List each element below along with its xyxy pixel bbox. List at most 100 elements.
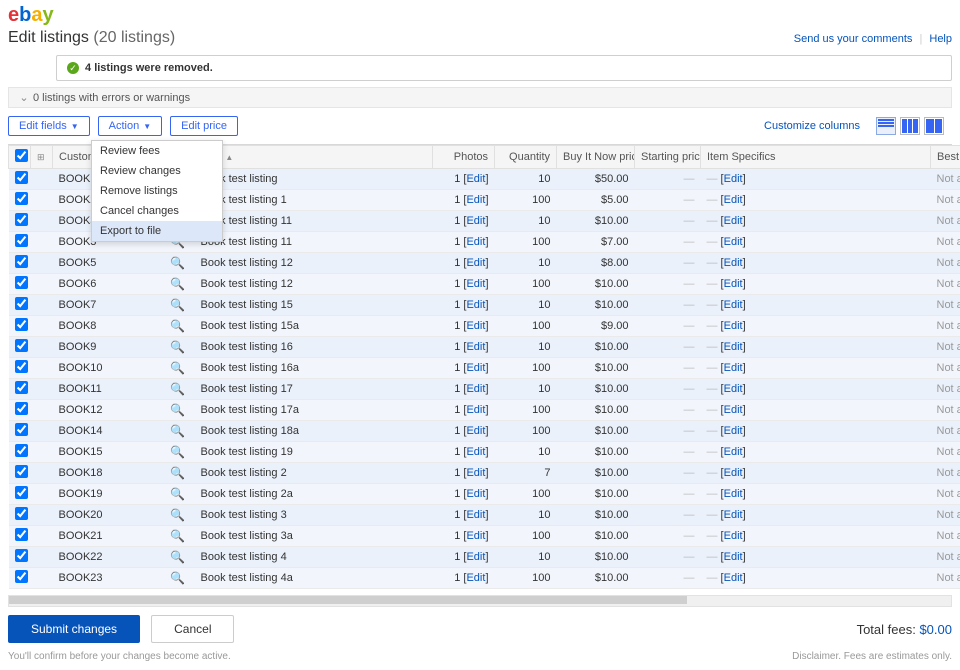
- col-starting-price[interactable]: Starting price: [635, 146, 701, 169]
- edit-photos-link[interactable]: Edit: [466, 194, 485, 206]
- edit-photos-link[interactable]: Edit: [466, 572, 485, 584]
- edit-price-button[interactable]: Edit price: [170, 116, 238, 136]
- edit-item-specifics-link[interactable]: Edit: [724, 236, 743, 248]
- select-all-checkbox[interactable]: [15, 149, 28, 162]
- edit-item-specifics-link[interactable]: Edit: [724, 278, 743, 290]
- edit-photos-link[interactable]: Edit: [466, 341, 485, 353]
- edit-item-specifics-link[interactable]: Edit: [724, 551, 743, 563]
- row-checkbox[interactable]: [15, 507, 28, 520]
- magnifier-icon[interactable]: 🔍: [170, 529, 185, 543]
- edit-photos-link[interactable]: Edit: [466, 236, 485, 248]
- row-checkbox[interactable]: [15, 381, 28, 394]
- row-checkbox[interactable]: [15, 234, 28, 247]
- edit-item-specifics-link[interactable]: Edit: [724, 173, 743, 185]
- edit-photos-link[interactable]: Edit: [466, 551, 485, 563]
- magnifier-icon[interactable]: 🔍: [170, 508, 185, 522]
- row-checkbox[interactable]: [15, 276, 28, 289]
- submit-changes-button[interactable]: Submit changes: [8, 615, 140, 643]
- magnifier-icon[interactable]: 🔍: [170, 403, 185, 417]
- edit-item-specifics-link[interactable]: Edit: [724, 509, 743, 521]
- edit-photos-link[interactable]: Edit: [466, 404, 485, 416]
- action-menu-item[interactable]: Remove listings: [92, 181, 222, 201]
- magnifier-icon[interactable]: 🔍: [170, 487, 185, 501]
- row-checkbox[interactable]: [15, 444, 28, 457]
- edit-item-specifics-link[interactable]: Edit: [724, 446, 743, 458]
- edit-item-specifics-link[interactable]: Edit: [724, 572, 743, 584]
- magnifier-icon[interactable]: 🔍: [170, 340, 185, 354]
- row-checkbox[interactable]: [15, 423, 28, 436]
- row-checkbox[interactable]: [15, 486, 28, 499]
- scrollbar-thumb[interactable]: [9, 596, 687, 604]
- cancel-button[interactable]: Cancel: [151, 615, 234, 643]
- send-comments-link[interactable]: Send us your comments: [794, 33, 913, 45]
- edit-item-specifics-link[interactable]: Edit: [724, 425, 743, 437]
- edit-photos-link[interactable]: Edit: [466, 257, 485, 269]
- edit-item-specifics-link[interactable]: Edit: [724, 383, 743, 395]
- edit-item-specifics-link[interactable]: Edit: [724, 194, 743, 206]
- edit-item-specifics-link[interactable]: Edit: [724, 362, 743, 374]
- action-menu-item[interactable]: Export to file: [92, 221, 222, 241]
- row-checkbox[interactable]: [15, 318, 28, 331]
- magnifier-icon[interactable]: 🔍: [170, 445, 185, 459]
- magnifier-icon[interactable]: 🔍: [170, 466, 185, 480]
- view-split-icon[interactable]: [924, 117, 944, 135]
- magnifier-icon[interactable]: 🔍: [170, 256, 185, 270]
- row-checkbox[interactable]: [15, 402, 28, 415]
- chevron-down-icon[interactable]: ⌄: [15, 91, 33, 104]
- edit-photos-link[interactable]: Edit: [466, 467, 485, 479]
- row-checkbox[interactable]: [15, 192, 28, 205]
- magnifier-icon[interactable]: 🔍: [170, 424, 185, 438]
- edit-photos-link[interactable]: Edit: [466, 299, 485, 311]
- magnifier-icon[interactable]: 🔍: [170, 382, 185, 396]
- col-quantity[interactable]: Quantity: [495, 146, 557, 169]
- col-expand[interactable]: ⊞: [31, 146, 53, 169]
- col-title[interactable]: Title▲: [195, 146, 433, 169]
- edit-fields-button[interactable]: Edit fields▼: [8, 116, 90, 136]
- edit-item-specifics-link[interactable]: Edit: [724, 530, 743, 542]
- action-menu-item[interactable]: Cancel changes: [92, 201, 222, 221]
- magnifier-icon[interactable]: 🔍: [170, 361, 185, 375]
- magnifier-icon[interactable]: 🔍: [170, 550, 185, 564]
- row-checkbox[interactable]: [15, 213, 28, 226]
- magnifier-icon[interactable]: 🔍: [170, 277, 185, 291]
- row-checkbox[interactable]: [15, 465, 28, 478]
- customize-columns-link[interactable]: Customize columns: [764, 120, 860, 132]
- view-compact-icon[interactable]: [900, 117, 920, 135]
- edit-photos-link[interactable]: Edit: [466, 425, 485, 437]
- edit-photos-link[interactable]: Edit: [466, 215, 485, 227]
- action-menu-item[interactable]: Review changes: [92, 161, 222, 181]
- edit-photos-link[interactable]: Edit: [466, 173, 485, 185]
- edit-photos-link[interactable]: Edit: [466, 530, 485, 542]
- edit-item-specifics-link[interactable]: Edit: [724, 257, 743, 269]
- edit-item-specifics-link[interactable]: Edit: [724, 404, 743, 416]
- row-checkbox[interactable]: [15, 570, 28, 583]
- col-best-offer[interactable]: Best Offer: [931, 146, 960, 169]
- col-item-specifics[interactable]: Item Specifics: [701, 146, 931, 169]
- magnifier-icon[interactable]: 🔍: [170, 298, 185, 312]
- edit-item-specifics-link[interactable]: Edit: [724, 320, 743, 332]
- magnifier-icon[interactable]: 🔍: [170, 571, 185, 585]
- edit-photos-link[interactable]: Edit: [466, 446, 485, 458]
- horizontal-scrollbar[interactable]: [8, 595, 952, 607]
- row-checkbox[interactable]: [15, 528, 28, 541]
- edit-photos-link[interactable]: Edit: [466, 362, 485, 374]
- row-checkbox[interactable]: [15, 255, 28, 268]
- col-photos[interactable]: Photos: [433, 146, 495, 169]
- row-checkbox[interactable]: [15, 339, 28, 352]
- help-link[interactable]: Help: [929, 33, 952, 45]
- edit-photos-link[interactable]: Edit: [466, 383, 485, 395]
- edit-item-specifics-link[interactable]: Edit: [724, 299, 743, 311]
- action-menu-item[interactable]: Review fees: [92, 141, 222, 161]
- row-checkbox[interactable]: [15, 360, 28, 373]
- edit-item-specifics-link[interactable]: Edit: [724, 215, 743, 227]
- col-checkbox[interactable]: [9, 146, 31, 169]
- edit-item-specifics-link[interactable]: Edit: [724, 467, 743, 479]
- errors-bar[interactable]: ⌄ 0 listings with errors or warnings: [8, 87, 952, 108]
- row-checkbox[interactable]: [15, 297, 28, 310]
- edit-item-specifics-link[interactable]: Edit: [724, 488, 743, 500]
- edit-photos-link[interactable]: Edit: [466, 320, 485, 332]
- col-bin-price[interactable]: Buy It Now price: [557, 146, 635, 169]
- edit-photos-link[interactable]: Edit: [466, 278, 485, 290]
- row-checkbox[interactable]: [15, 171, 28, 184]
- edit-photos-link[interactable]: Edit: [466, 488, 485, 500]
